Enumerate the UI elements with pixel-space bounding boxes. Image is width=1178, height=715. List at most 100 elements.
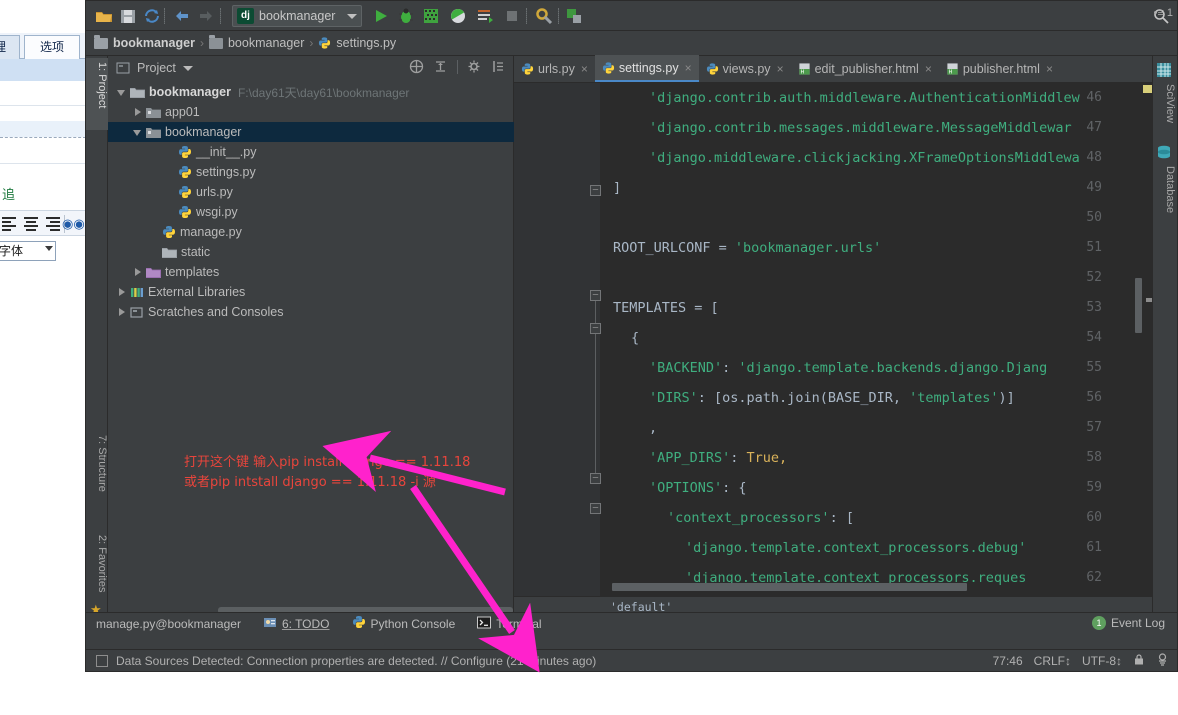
editor-tab-urls-py[interactable]: urls.py × xyxy=(514,55,595,82)
fold-marker[interactable]: – xyxy=(590,323,601,334)
close-icon[interactable]: × xyxy=(1046,62,1053,76)
breadcrumb-item-0[interactable]: bookmanager xyxy=(94,34,195,50)
coverage-icon[interactable] xyxy=(421,6,441,26)
chevron-down-icon[interactable] xyxy=(45,246,53,251)
editor-tab-settings-py[interactable]: settings.py × xyxy=(594,55,699,82)
code-line[interactable]: ] xyxy=(613,180,621,196)
close-icon[interactable]: × xyxy=(777,62,784,76)
code-line[interactable]: 'BACKEND': 'django.template.backends.dja… xyxy=(649,360,1047,376)
code-line[interactable]: { xyxy=(631,330,639,346)
align-left-icon[interactable] xyxy=(2,217,16,231)
code-line[interactable]: 'APP_DIRS': True, xyxy=(649,450,787,466)
tree-item---init---py[interactable]: __init__.py xyxy=(108,142,514,162)
event-log-button[interactable]: 1 Event Log xyxy=(1091,616,1165,630)
sync-icon[interactable] xyxy=(142,6,162,26)
debug-icon[interactable] xyxy=(396,6,416,26)
chevron-right-icon[interactable] xyxy=(116,282,128,302)
background-tab-1[interactable]: 理 xyxy=(0,35,20,59)
font-selector[interactable]: 字体 xyxy=(0,241,56,261)
close-icon[interactable]: × xyxy=(685,61,692,75)
align-right-icon[interactable] xyxy=(46,217,60,231)
collapse-all-icon[interactable] xyxy=(409,59,424,74)
code-line[interactable]: 'OPTIONS': { xyxy=(649,480,747,496)
hide-icon[interactable] xyxy=(491,59,506,74)
code-line[interactable]: TEMPLATES = [ xyxy=(613,300,719,316)
editor-code-area[interactable]: 'django.contrib.auth.middleware.Authenti… xyxy=(604,83,1154,618)
status-message[interactable]: Data Sources Detected: Connection proper… xyxy=(116,654,596,668)
chevron-right-icon[interactable] xyxy=(116,302,128,322)
tree-item-manage-py[interactable]: manage.py xyxy=(108,222,514,242)
tree-item-urls-py[interactable]: urls.py xyxy=(108,182,514,202)
back-arrow-icon[interactable] xyxy=(172,6,192,26)
chevron-down-icon[interactable] xyxy=(182,65,193,71)
binoculars-icon[interactable]: ◉◉ xyxy=(62,216,85,231)
tree-item-bookmanager[interactable]: bookmanager xyxy=(108,122,514,142)
python-file-icon xyxy=(178,185,192,199)
close-icon[interactable]: × xyxy=(581,62,588,76)
forward-arrow-icon[interactable] xyxy=(196,6,216,26)
run-icon[interactable] xyxy=(371,6,391,26)
align-center-icon[interactable] xyxy=(24,217,38,231)
code-line[interactable]: , xyxy=(649,420,657,436)
code-line[interactable]: 'django.contrib.auth.middleware.Authenti… xyxy=(649,90,1080,106)
run-with-console-icon[interactable] xyxy=(475,6,495,26)
close-icon[interactable]: × xyxy=(925,62,932,76)
chevron-right-icon[interactable] xyxy=(132,102,144,122)
editor-tab-edit-publisher-html[interactable]: Hedit_publisher.html × xyxy=(791,55,939,82)
lock-icon[interactable] xyxy=(1133,653,1145,669)
inspection-icon[interactable] xyxy=(1156,653,1169,669)
bottom-button-python-console[interactable]: Python Console xyxy=(352,615,455,632)
tree-item-external-libraries[interactable]: External Libraries xyxy=(108,282,514,302)
line-separator[interactable]: CRLF↕ xyxy=(1034,654,1071,668)
chevron-down-icon[interactable] xyxy=(347,13,357,19)
settings-icon[interactable] xyxy=(534,6,554,26)
bottom-button-run[interactable]: manage.py@bookmanager xyxy=(96,617,241,631)
code-line[interactable]: 'context_processors': [ xyxy=(667,510,854,526)
chevron-down-icon[interactable] xyxy=(132,122,144,142)
code-editor[interactable]: – – – – – 'django.contrib.auth.middlewar… xyxy=(514,83,1154,618)
breadcrumb-item-1[interactable]: bookmanager xyxy=(208,34,304,50)
editor-tab-publisher-html[interactable]: Hpublisher.html × xyxy=(939,55,1060,82)
sidebar-item-project[interactable]: 1: Project xyxy=(86,58,108,130)
code-line[interactable]: 'django.contrib.messages.middleware.Mess… xyxy=(649,120,1072,136)
bottom-button-terminal[interactable]: Terminal xyxy=(477,616,542,632)
sidebar-item-database[interactable]: Database xyxy=(1154,162,1176,228)
project-structure-icon[interactable] xyxy=(564,6,584,26)
code-line[interactable]: 'django.template.context_processors.debu… xyxy=(685,540,1026,556)
profile-icon[interactable] xyxy=(448,6,468,26)
editor-vertical-scrollbar[interactable] xyxy=(1135,278,1142,333)
tree-item-static[interactable]: static xyxy=(108,242,514,262)
fold-marker[interactable]: – xyxy=(590,185,601,196)
background-tab-options[interactable]: 选项 xyxy=(24,35,80,59)
expand-icon[interactable] xyxy=(433,59,448,74)
editor-warning-marker[interactable] xyxy=(1143,85,1152,93)
chevron-down-icon[interactable] xyxy=(116,82,128,102)
settings-gear-icon[interactable] xyxy=(467,59,482,74)
breadcrumb-item-2[interactable]: settings.py xyxy=(318,36,396,50)
fold-marker[interactable]: – xyxy=(590,290,601,301)
tree-item-bookmanager[interactable]: bookmanager F:\day61天\day61\bookmanager xyxy=(108,82,514,102)
fold-marker[interactable]: – xyxy=(590,473,601,484)
tree-item-wsgi-py[interactable]: wsgi.py xyxy=(108,202,514,222)
tab-overflow-icon[interactable]: •≡ xyxy=(1154,7,1164,19)
editor-horizontal-scrollbar[interactable] xyxy=(612,583,967,591)
chevron-right-icon[interactable] xyxy=(132,262,144,282)
encoding[interactable]: UTF-8↕ xyxy=(1082,654,1122,668)
run-configuration-selector[interactable]: dj bookmanager xyxy=(232,5,362,27)
sidebar-item-structure[interactable]: 7: Structure xyxy=(86,431,108,519)
code-line[interactable]: 'django.middleware.clickjacking.XFrameOp… xyxy=(649,150,1080,166)
fold-marker[interactable]: – xyxy=(590,503,601,514)
sidebar-item-sciview[interactable]: SciView xyxy=(1154,80,1176,138)
tree-item-settings-py[interactable]: settings.py xyxy=(108,162,514,182)
tree-item-app01[interactable]: app01 xyxy=(108,102,514,122)
code-line[interactable]: 'DIRS': [os.path.join(BASE_DIR, 'templat… xyxy=(649,390,1015,406)
caret-position[interactable]: 77:46 xyxy=(993,654,1023,668)
tree-item-templates[interactable]: templates xyxy=(108,262,514,282)
open-folder-icon[interactable] xyxy=(94,6,114,26)
bottom-button-todo[interactable]: 6: TODO xyxy=(263,616,330,632)
code-line[interactable]: ROOT_URLCONF = 'bookmanager.urls' xyxy=(613,240,881,256)
tree-item-scratches-and-consoles[interactable]: Scratches and Consoles xyxy=(108,302,514,322)
editor-tab-views-py[interactable]: views.py × xyxy=(699,55,791,82)
save-all-icon[interactable] xyxy=(118,6,138,26)
